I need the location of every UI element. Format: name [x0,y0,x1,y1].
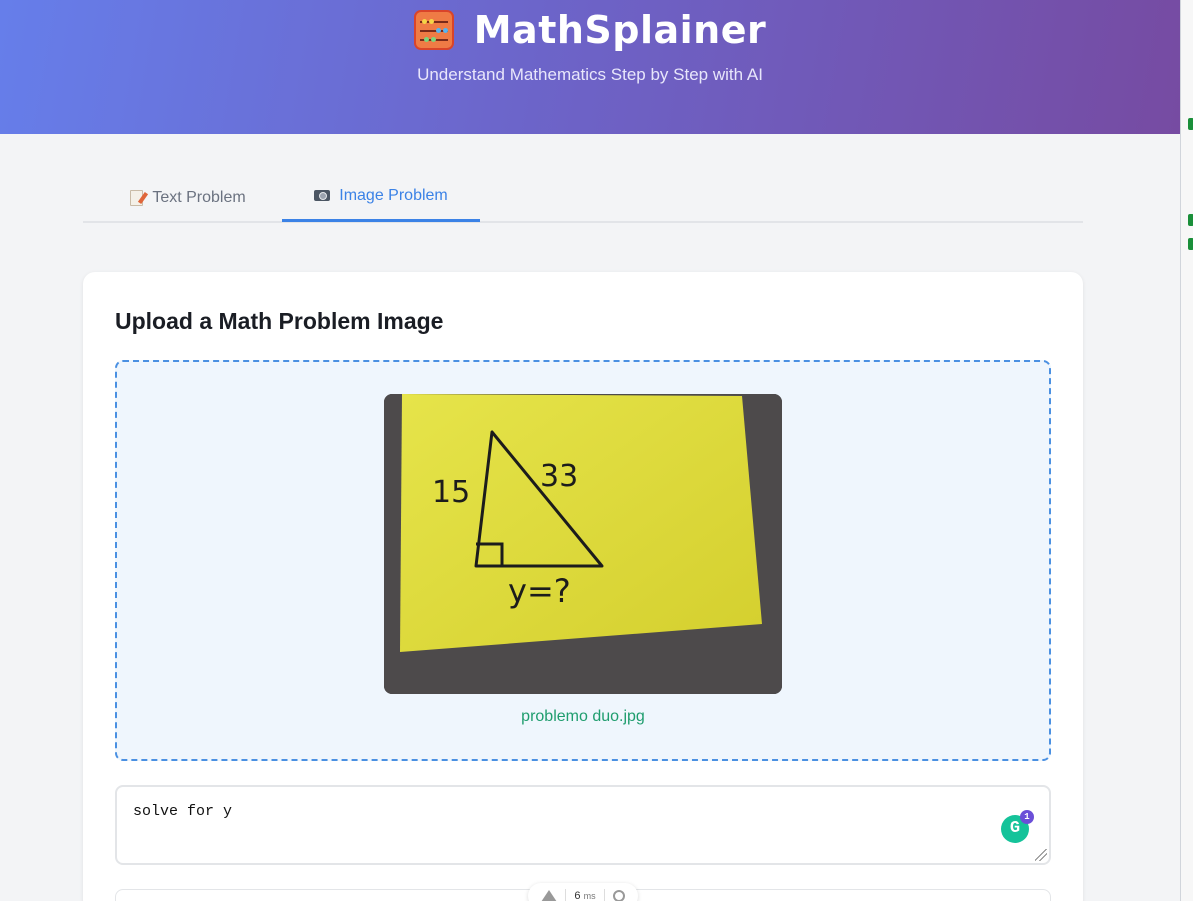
upload-card-title: Upload a Math Problem Image [115,308,444,334]
dev-toolbar[interactable]: 6 ms [528,883,638,901]
divider [603,889,605,901]
triangle-hypotenuse-label: 33 [540,459,578,494]
image-dropzone[interactable]: 15 33 y=? problemo duo.jpg [115,360,1051,761]
uploaded-image-preview: 15 33 y=? [384,394,782,694]
problem-prompt-textarea[interactable]: solve for y G 1 [115,785,1051,865]
app-subtitle: Understand Mathematics Step by Step with… [417,65,763,84]
status-mark [1188,238,1193,250]
uploaded-file-name: problemo duo.jpg [521,708,645,725]
tab-text-problem[interactable]: Text Problem [103,172,273,223]
sticky-note-photo: 15 33 y=? [384,394,782,694]
grammarly-icon[interactable]: G 1 [1001,810,1034,843]
textarea-resize-handle[interactable] [1035,849,1047,861]
render-time: 6 ms [574,890,595,901]
tab-image-problem-label: Image Problem [339,186,448,204]
header-title-row: MathSplainer [0,8,1180,52]
grammarly-letter: G [1009,819,1021,838]
upload-card: Upload a Math Problem Image 15 33 y=? pr… [83,272,1083,901]
side-panel-edge [1180,0,1193,901]
prompt-text: solve for y [133,803,233,820]
status-mark [1188,214,1193,226]
abacus-icon [413,10,454,50]
triangle-base-label: y=? [508,572,571,610]
render-time-unit: ms [583,891,596,901]
triangle-side-label: 15 [432,475,470,510]
camera-icon [314,190,331,201]
grammarly-count-badge: 1 [1020,810,1034,824]
memo-icon [130,189,144,206]
dev-logo-icon[interactable] [541,890,558,901]
tab-text-problem-label: Text Problem [152,188,246,206]
divider [565,889,567,901]
render-time-value: 6 [574,890,581,901]
app-title: MathSplainer [473,8,767,52]
app-header: MathSplainer Understand Mathematics Step… [0,0,1180,134]
problem-type-tabs: Text Problem Image Problem [83,172,1083,223]
tab-image-problem[interactable]: Image Problem [282,172,480,222]
inspect-target-icon[interactable] [612,890,625,901]
status-mark [1188,118,1193,130]
